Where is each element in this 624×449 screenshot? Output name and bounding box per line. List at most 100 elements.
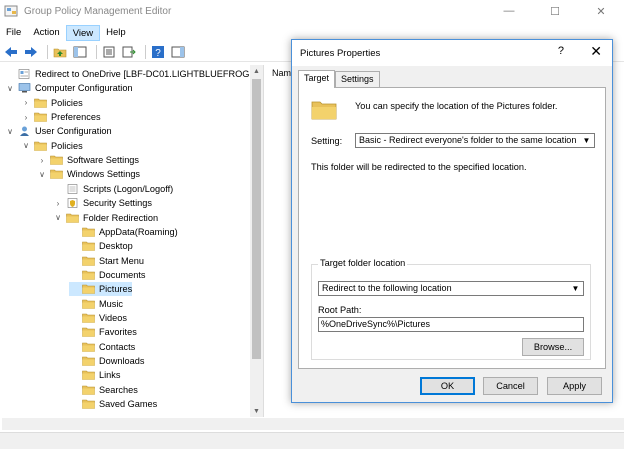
tree-item-label: Start Menu [99, 255, 144, 266]
tree-item-label: Downloads [99, 356, 145, 366]
tree-item-label: User Configuration [35, 126, 112, 137]
target-folder-location-label: Target folder location [318, 258, 408, 268]
svg-text:?: ? [155, 48, 161, 58]
script-icon [66, 183, 83, 194]
scroll-thumb[interactable] [252, 79, 261, 359]
tree-item-label: Scripts (Logon/Logoff) [83, 183, 174, 194]
tree-item[interactable]: ∨ Policies [21, 139, 83, 153]
window-title: Group Policy Management Editor [24, 5, 172, 17]
tree-item[interactable]: ∨ Windows Settings [37, 167, 140, 181]
tree-item-label: Saved Games [99, 399, 158, 410]
expand-chevron-down-icon[interactable]: ∨ [5, 83, 15, 93]
back-arrow-icon[interactable] [3, 44, 19, 60]
tree-item[interactable]: Scripts (Logon/Logoff) [53, 182, 173, 196]
tree-item[interactable]: Favorites [69, 325, 137, 339]
tree-item[interactable]: ∨ User Configuration [5, 124, 112, 138]
tree-item[interactable]: › Security Settings [53, 196, 152, 210]
dialog-close-button[interactable]: ✕ [590, 43, 602, 60]
apply-button[interactable]: Apply [547, 377, 602, 395]
tree-item[interactable]: › Policies [21, 96, 83, 110]
collapse-chevron-right-icon[interactable]: › [21, 98, 31, 108]
tree-item-label: Pictures [99, 284, 133, 295]
folder-icon [66, 213, 83, 223]
tree-item-label: AppData(Roaming) [99, 226, 178, 237]
tree-item-label: Contacts [99, 341, 136, 352]
tree-item-label: Software Settings [67, 155, 140, 166]
minimize-button[interactable]: — [486, 0, 532, 22]
maximize-button[interactable]: ☐ [532, 0, 578, 22]
setting-label: Setting: [311, 136, 343, 146]
tree-vertical-scrollbar[interactable]: ▲ ▼ [250, 65, 263, 417]
forward-arrow-icon[interactable] [23, 44, 39, 60]
horizontal-scrollbar[interactable] [2, 418, 624, 430]
collapse-chevron-right-icon[interactable]: › [21, 112, 31, 122]
tree-item[interactable]: Saved Games [69, 397, 157, 411]
tree-item[interactable]: Contacts [69, 340, 135, 354]
collapse-chevron-right-icon[interactable]: › [37, 155, 47, 165]
browse-button[interactable]: Browse... [522, 338, 584, 356]
tree-item[interactable]: Redirect to OneDrive [LBF-DC01.LIGHTBLUE… [5, 67, 263, 81]
cancel-button[interactable]: Cancel [483, 377, 538, 395]
redirect-note: This folder will be redirected to the sp… [311, 162, 527, 172]
tree-item[interactable]: ∨ Folder Redirection [53, 211, 158, 225]
tab-target[interactable]: Target [298, 70, 336, 88]
menu-help[interactable]: Help [100, 25, 132, 41]
tree-item-label: Favorites [99, 327, 137, 338]
ok-button[interactable]: OK [420, 377, 475, 395]
folder-icon [50, 155, 67, 165]
tree-item[interactable]: Downloads [69, 354, 144, 368]
tree-item[interactable]: AppData(Roaming) [69, 225, 178, 239]
expand-chevron-down-icon[interactable]: ∨ [21, 141, 31, 151]
root-path-input[interactable]: %OneDriveSync%\Pictures [318, 317, 584, 332]
tree-item[interactable]: Links [69, 368, 120, 382]
tree-item-label: Desktop [99, 241, 133, 252]
menu-view[interactable]: View [65, 24, 101, 41]
tree-item[interactable]: Documents [69, 268, 145, 282]
collapse-chevron-right-icon[interactable]: › [53, 198, 63, 208]
tree-item[interactable]: Pictures [69, 282, 133, 297]
tree-item[interactable]: › Preferences [21, 110, 101, 124]
root-path-label: Root Path: [318, 305, 362, 315]
chevron-down-icon: ▼ [582, 136, 591, 145]
expand-chevron-down-icon[interactable]: ∨ [53, 213, 63, 223]
computer-icon [18, 83, 35, 93]
close-window-button[interactable]: ✕ [578, 0, 624, 22]
toolbar-separator [47, 44, 48, 59]
show-hide-tree-icon[interactable] [72, 44, 88, 60]
tree-item-label: Links [99, 370, 121, 381]
menu-action[interactable]: Action [27, 25, 65, 41]
help-icon[interactable]: ? [150, 44, 166, 60]
gpo-editor-app-icon [4, 5, 18, 17]
tree-item-label: Folder Redirection [83, 212, 159, 223]
tree-item[interactable]: Desktop [69, 239, 133, 253]
gpo-icon [18, 69, 35, 79]
tree-item[interactable]: Music [69, 297, 123, 311]
dialog-help-button[interactable]: ? [558, 45, 564, 57]
tree-item-label: Windows Settings [67, 169, 141, 180]
tree-item[interactable]: Start Menu [69, 254, 144, 268]
tree-item[interactable]: ∨ Computer Configuration [5, 81, 132, 95]
tab-settings[interactable]: Settings [335, 71, 380, 87]
up-folder-icon[interactable] [52, 44, 68, 60]
user-icon [18, 126, 35, 137]
expand-chevron-down-icon[interactable]: ∨ [37, 169, 47, 179]
expand-chevron-down-icon[interactable]: ∨ [5, 126, 15, 136]
export-list-icon[interactable] [121, 44, 137, 60]
scroll-up-arrow-icon[interactable]: ▲ [250, 65, 263, 77]
tree-item-label: Music [99, 298, 123, 309]
tree-item[interactable]: Videos [69, 311, 127, 325]
setting-dropdown[interactable]: Basic - Redirect everyone's folder to th… [355, 133, 595, 148]
target-tab-panel: You can specify the location of the Pict… [298, 87, 606, 369]
target-location-dropdown[interactable]: Redirect to the following location ▼ [318, 281, 584, 296]
status-bar [0, 432, 624, 449]
tree-item[interactable]: Searches [69, 383, 138, 397]
menu-file[interactable]: File [0, 25, 27, 41]
properties-icon[interactable] [101, 44, 117, 60]
tree-item[interactable]: › Software Settings [37, 153, 139, 167]
scroll-down-arrow-icon[interactable]: ▼ [250, 405, 263, 417]
show-hide-action-pane-icon[interactable] [170, 44, 186, 60]
